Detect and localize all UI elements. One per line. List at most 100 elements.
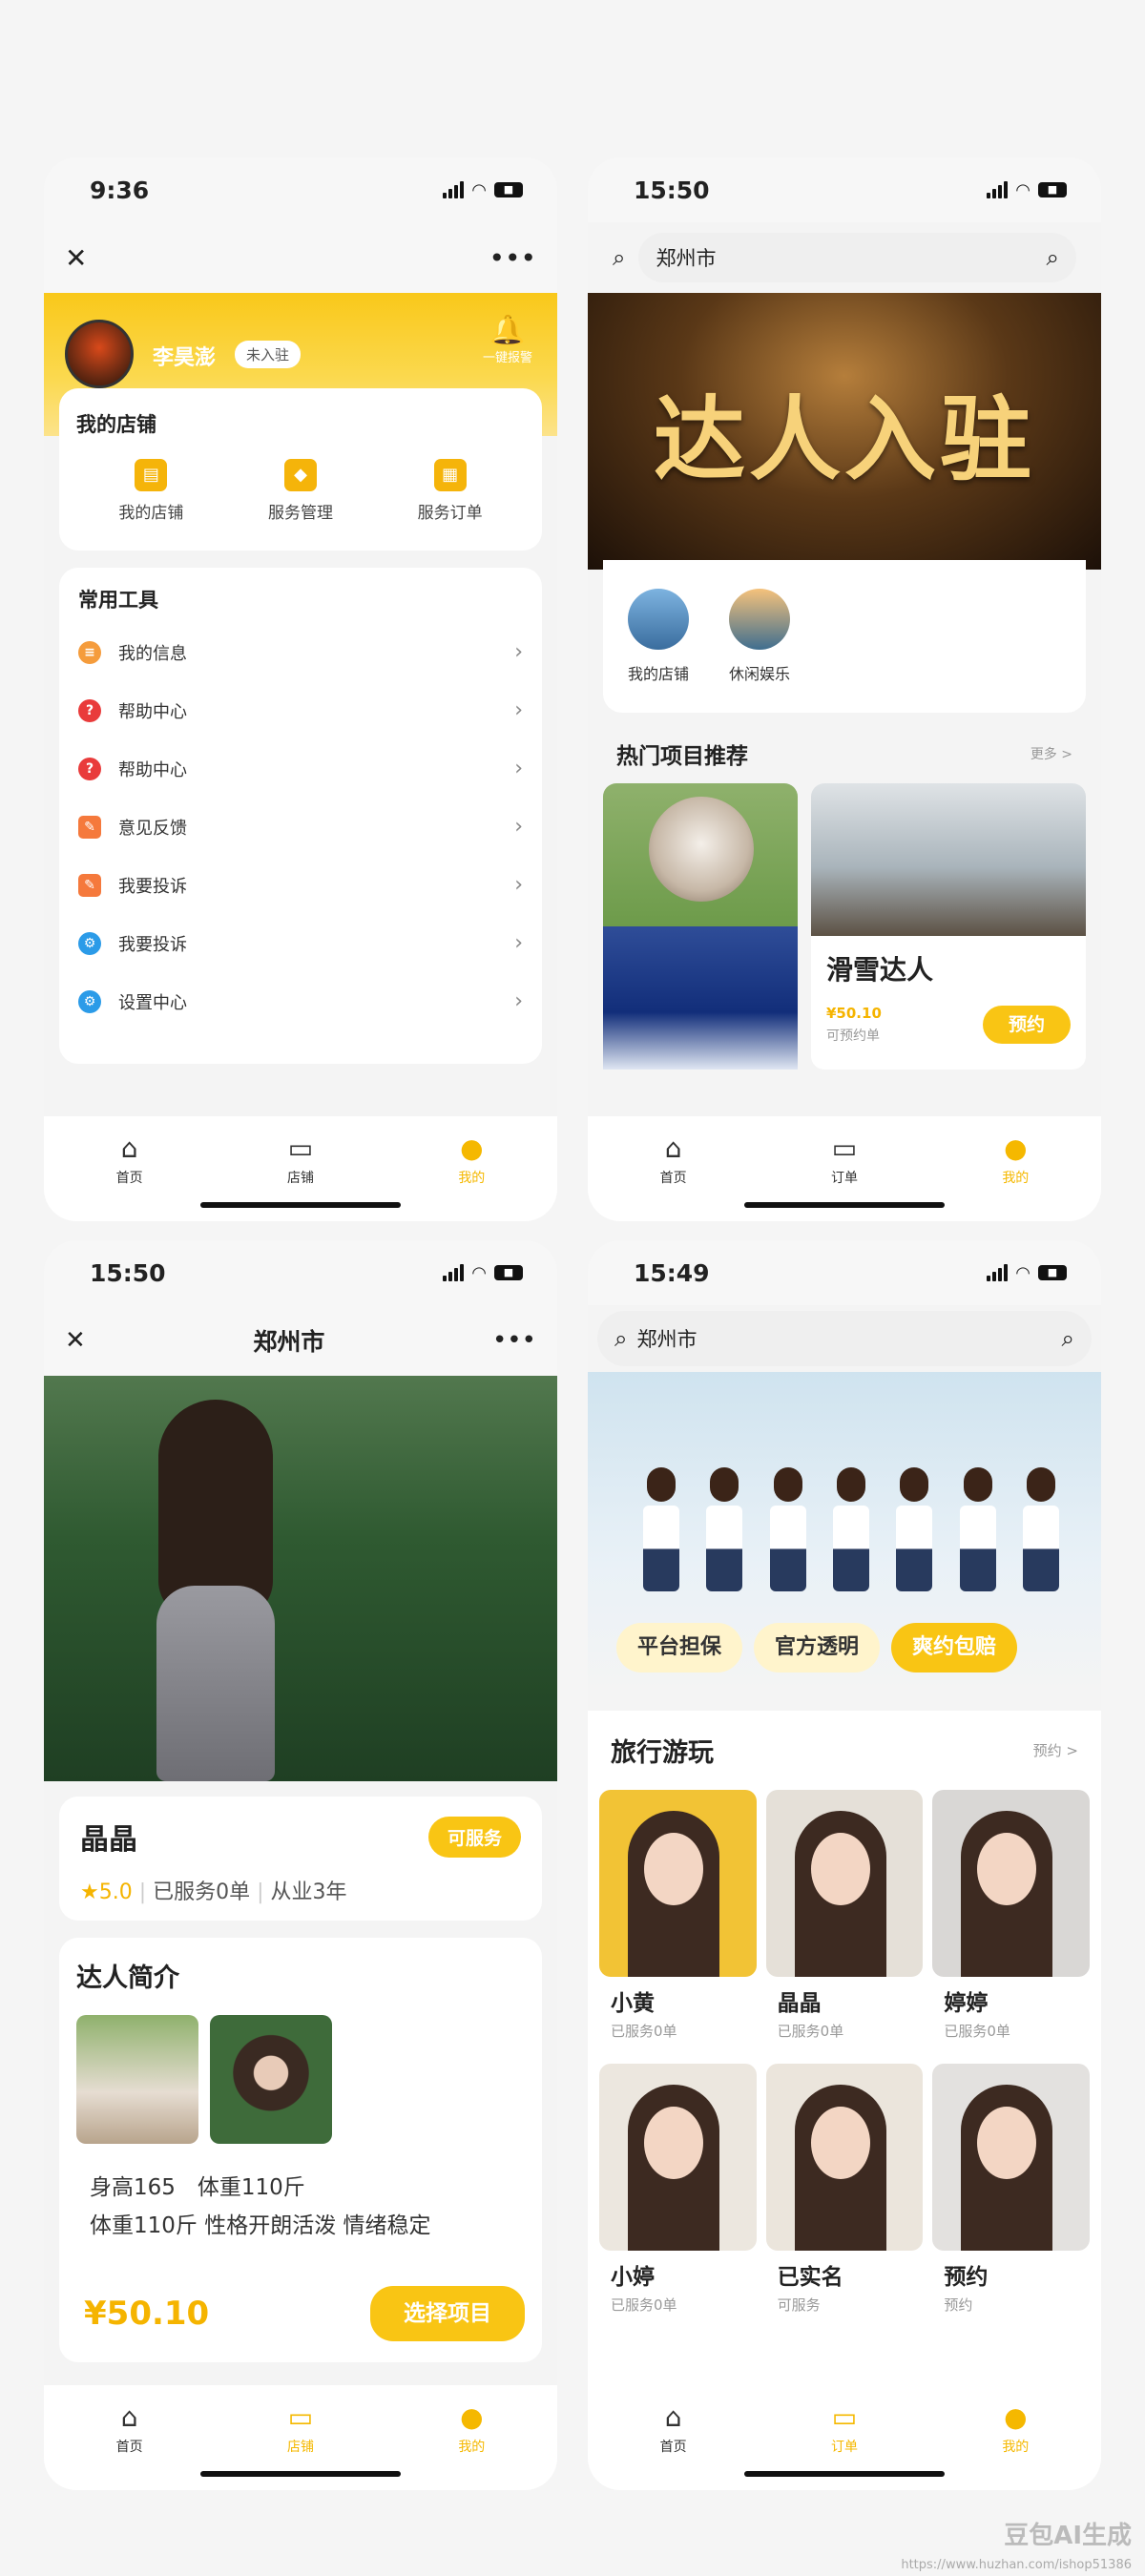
tab-label: 我的 bbox=[1002, 1171, 1030, 1186]
tool-label: 帮助中心 bbox=[118, 701, 187, 722]
signal-icons: ◠ ■ bbox=[987, 180, 1067, 200]
close-icon[interactable]: ✕ bbox=[65, 242, 87, 274]
signal-icons: ◠ ■ bbox=[987, 1263, 1067, 1283]
tool-item-help[interactable]: ? 帮助中心 › bbox=[78, 681, 523, 739]
box-icon: ◆ bbox=[283, 459, 317, 491]
hot-card-ski[interactable]: 滑雪达人 ¥50.10 可预约单 预约 bbox=[811, 783, 1086, 1070]
gear-icon: ⚙ bbox=[78, 931, 101, 955]
hot-section-header: 热门项目推荐 更多 > bbox=[588, 713, 1101, 783]
search-input[interactable]: 郑州市 ⌕ bbox=[638, 233, 1076, 282]
watermark: 豆包AI生成 bbox=[1004, 2522, 1132, 2550]
tab-home[interactable]: ⌂ 首页 bbox=[626, 2402, 721, 2490]
person-sub: 已服务0单 bbox=[944, 2023, 1010, 2040]
search-icon[interactable]: ⌕ bbox=[1062, 1325, 1074, 1352]
more-icon[interactable]: ••• bbox=[489, 242, 536, 274]
status-time: 9:36 bbox=[90, 176, 150, 204]
available-badge: 可服务 bbox=[427, 1816, 521, 1858]
category-image bbox=[729, 589, 791, 650]
person-card[interactable]: 小黄 已服务0单 bbox=[599, 1790, 757, 2054]
person-sub: 已服务0单 bbox=[611, 2023, 677, 2040]
travel-more-link[interactable]: 预约 > bbox=[1033, 1740, 1078, 1760]
people-grid: 小黄 已服务0单 晶晶 已服务0单 婷婷 已服务0单 小婷 已服务0单 已实名 可服务 预… bbox=[599, 1790, 1090, 2328]
hero-banner[interactable]: 平台担保 官方透明 爽约包赔 bbox=[588, 1372, 1101, 1692]
book-button[interactable]: 预约 bbox=[983, 1006, 1071, 1044]
help-icon: ? bbox=[78, 757, 101, 780]
tab-label: 店铺 bbox=[286, 1171, 314, 1186]
pill-official-transparent[interactable]: 官方透明 bbox=[754, 1623, 881, 1672]
help-icon: ? bbox=[78, 698, 101, 722]
person-sub: 预约 bbox=[944, 2296, 973, 2314]
person-card[interactable]: 婷婷 已服务0单 bbox=[932, 1790, 1090, 2054]
tool-item-complaint[interactable]: ✎ 我要投诉 › bbox=[78, 856, 523, 914]
battery-icon: ■ bbox=[494, 1265, 523, 1280]
category-leisure[interactable]: 休闲娱乐 bbox=[729, 589, 790, 684]
tool-item-complaint-2[interactable]: ⚙ 我要投诉 › bbox=[78, 914, 523, 972]
hot-card-left[interactable] bbox=[603, 783, 798, 1070]
signal-icon bbox=[443, 181, 465, 198]
banner[interactable]: 达人入驻 bbox=[588, 293, 1101, 570]
tool-item-help-2[interactable]: ? 帮助中心 › bbox=[78, 739, 523, 798]
tab-mine[interactable]: ● 我的 bbox=[968, 2402, 1063, 2490]
battery-icon: ■ bbox=[1038, 1265, 1067, 1280]
tool-item-settings[interactable]: ⚙ 设置中心 › bbox=[78, 972, 523, 1030]
hall-image bbox=[811, 783, 1086, 936]
select-project-button[interactable]: 选择项目 bbox=[370, 2286, 525, 2341]
tab-mine[interactable]: ● 我的 bbox=[968, 1133, 1063, 1221]
search-icon[interactable]: ⌕ bbox=[613, 244, 625, 271]
person-card[interactable]: 小婷已服务0单 bbox=[599, 2064, 757, 2328]
pill-platform-guarantee[interactable]: 平台担保 bbox=[616, 1623, 743, 1672]
person-card[interactable]: 晶晶 已服务0单 bbox=[765, 1790, 924, 2054]
hot-section-title: 热门项目推荐 bbox=[616, 744, 748, 769]
served-count: 已服务0单 bbox=[153, 1880, 251, 1904]
tool-label: 设置中心 bbox=[118, 992, 187, 1013]
tab-home[interactable]: ⌂ 首页 bbox=[82, 1133, 177, 1221]
my-shop-card: 我的店铺 ▤ 我的店铺 ◆ 服务管理 ▦ 服务订单 bbox=[59, 388, 542, 551]
home-indicator bbox=[744, 1202, 945, 1208]
tab-shop[interactable]: ▭ 店铺 bbox=[253, 2402, 348, 2490]
signal-icon bbox=[987, 1264, 1009, 1281]
person-sub: 已服务0单 bbox=[611, 2296, 677, 2314]
tab-bar: ⌂ 首页 ▭ 店铺 ● 我的 bbox=[44, 1116, 557, 1221]
tool-item-my-info[interactable]: ≡ 我的信息 › bbox=[78, 623, 523, 681]
avatar[interactable] bbox=[65, 320, 134, 388]
tab-shop[interactable]: ▭ 店铺 bbox=[253, 1133, 348, 1221]
search-input[interactable]: ⌕ 郑州市 ⌕ bbox=[597, 1311, 1092, 1366]
shop-item-label: 服务订单 bbox=[417, 504, 483, 523]
tab-mine[interactable]: ● 我的 bbox=[424, 1133, 519, 1221]
shop-item-label: 我的店铺 bbox=[118, 504, 184, 523]
tool-label: 我要投诉 bbox=[118, 876, 187, 897]
wifi-icon: ◠ bbox=[1015, 1262, 1030, 1283]
tab-label: 店铺 bbox=[286, 2440, 314, 2455]
home-icon: ⌂ bbox=[120, 1132, 138, 1164]
status-time: 15:50 bbox=[90, 1258, 166, 1287]
intro-image[interactable] bbox=[210, 2015, 332, 2144]
info-icon: ≡ bbox=[78, 640, 101, 664]
alarm-button[interactable]: 🔔 一键报警 bbox=[483, 314, 532, 365]
shop-item-my-shop[interactable]: ▤ 我的店铺 bbox=[118, 459, 183, 523]
close-icon[interactable]: ✕ bbox=[65, 1326, 86, 1355]
profile-photo[interactable] bbox=[44, 1376, 557, 1781]
tool-item-feedback[interactable]: ✎ 意见反馈 › bbox=[78, 798, 523, 856]
tab-label: 订单 bbox=[830, 2440, 858, 2455]
chevron-right-icon: › bbox=[514, 757, 523, 780]
category-my-shop[interactable]: 我的店铺 bbox=[628, 589, 689, 684]
category-card: 我的店铺 休闲娱乐 bbox=[603, 560, 1086, 713]
chevron-right-icon: › bbox=[514, 640, 523, 664]
person-card[interactable]: 预约 预约 bbox=[932, 2064, 1090, 2328]
intro-image[interactable] bbox=[76, 2015, 198, 2144]
search-icon[interactable]: ⌕ bbox=[1047, 244, 1059, 271]
tab-mine[interactable]: ● 我的 bbox=[424, 2402, 519, 2490]
username: 李昊澎 bbox=[153, 346, 217, 370]
tab-orders[interactable]: ▭ 订单 bbox=[797, 1133, 892, 1221]
tab-home[interactable]: ⌂ 首页 bbox=[626, 1133, 721, 1221]
pill-no-show-compensation[interactable]: 爽约包赔 bbox=[891, 1623, 1018, 1672]
more-icon[interactable]: ••• bbox=[492, 1326, 536, 1355]
shop-item-service-manage[interactable]: ◆ 服务管理 bbox=[268, 459, 333, 523]
tab-home[interactable]: ⌂ 首页 bbox=[82, 2402, 177, 2490]
person-card[interactable]: 已实名 可服务 bbox=[765, 2064, 924, 2328]
tab-orders[interactable]: ▭ 订单 bbox=[797, 2402, 892, 2490]
shop-item-service-orders[interactable]: ▦ 服务订单 bbox=[418, 459, 483, 523]
more-link[interactable]: 更多 > bbox=[1030, 744, 1072, 763]
person-name: 小婷 bbox=[611, 2265, 655, 2290]
intro-title: 达人简介 bbox=[76, 1963, 179, 1993]
